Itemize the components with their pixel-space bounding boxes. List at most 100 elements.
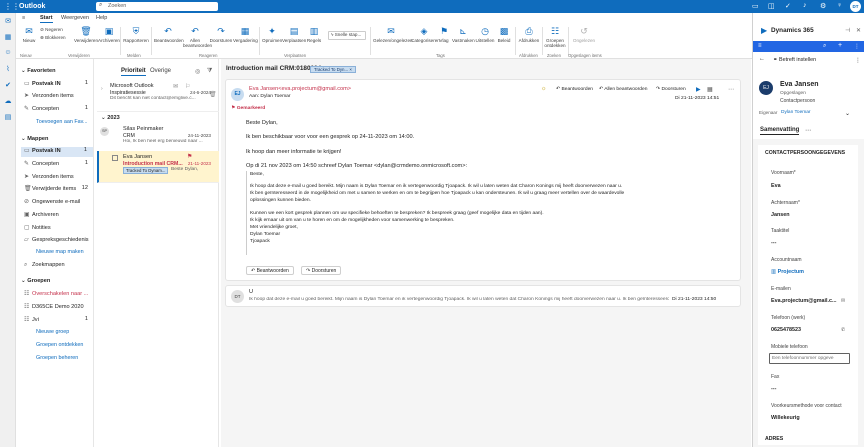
dynamics-icon[interactable]: ▶ xyxy=(696,86,701,93)
mobile-phone-input[interactable]: Een telefoonnummer opgeve xyxy=(769,353,850,364)
group-d365[interactable]: ☷ D365CE Demo 2020 xyxy=(24,303,94,313)
move-button[interactable]: ▤ Verplaatsen xyxy=(282,26,306,43)
quick-steps-button[interactable]: ϟ Snelle stap... xyxy=(328,31,366,40)
app-launcher-icon[interactable]: ⋮⋮ xyxy=(4,2,20,11)
manage-groups-link[interactable]: Groepen beheren xyxy=(36,355,78,361)
folder-archive[interactable]: ▣ Archiveren xyxy=(24,211,94,221)
tab-focused[interactable]: Prioriteit xyxy=(121,68,146,76)
more-vertical-icon[interactable]: ⋮ xyxy=(855,57,861,64)
lightbulb-icon[interactable]: ☼ xyxy=(541,86,547,92)
owner-link[interactable]: Dylan Toemar xyxy=(781,110,811,115)
more-tabs-icon[interactable]: ⋯ xyxy=(805,127,811,134)
search-input[interactable]: ⌕ Zoeken xyxy=(96,2,218,11)
pin-button[interactable]: ⊾ Vastmaken xyxy=(452,26,475,43)
fav-sent[interactable]: ➤ Verzonden items xyxy=(24,92,94,102)
reply-button[interactable]: ↶ Beantwoorden xyxy=(154,26,184,43)
pin-icon[interactable]: ⊣ xyxy=(845,27,850,34)
forward-link[interactable]: ↷ Doorsturen xyxy=(656,86,686,92)
favorites-header[interactable]: ⌄ Favorieten xyxy=(21,68,56,74)
tab-help[interactable]: Help xyxy=(96,15,107,21)
settings-icon[interactable]: ⚙ xyxy=(820,2,826,10)
chevron-right-icon[interactable]: › xyxy=(101,86,103,92)
policy-button[interactable]: ▩ Beleid xyxy=(496,26,512,43)
todo-rail-icon[interactable]: ✔ xyxy=(3,81,13,91)
meet-icon[interactable]: ▭ xyxy=(752,2,759,10)
field-value[interactable]: --- xyxy=(771,240,776,246)
select-icon[interactable]: ◎ xyxy=(195,68,200,75)
back-icon[interactable]: ← xyxy=(759,56,765,62)
flag-button[interactable]: ⚑ Vlag xyxy=(438,26,450,43)
folder-history[interactable]: ▱ Gespreksgeschiedenis xyxy=(24,236,94,246)
field-value[interactable]: 0625478523 xyxy=(771,327,801,333)
groups-header[interactable]: ⌄ Groepen xyxy=(21,278,50,284)
categorize-button[interactable]: ◈ Categoriseren xyxy=(411,26,440,43)
folder-sent[interactable]: ➤ Verzonden items xyxy=(24,173,94,183)
folder-drafts[interactable]: ✎ Concepten 1 xyxy=(24,160,94,170)
notifications-icon[interactable]: ♪ xyxy=(803,2,807,9)
list-item-selected[interactable]: Eva Jansen Introduction mail CRM... Trac… xyxy=(97,151,219,183)
phone-icon[interactable]: ✆ xyxy=(841,327,845,333)
reply-button[interactable]: ↶ Beantwoorden xyxy=(246,266,294,275)
more-vertical-icon[interactable]: ⋮ xyxy=(854,43,860,50)
fav-drafts[interactable]: ✎ Concepten 1 xyxy=(24,105,94,115)
snooze-button[interactable]: ◷ Uitstellen xyxy=(474,26,496,43)
people-icon[interactable]: ☺ xyxy=(3,49,13,59)
new-button[interactable]: ✉ Nieuw xyxy=(22,26,36,43)
add-favorite-link[interactable]: Toevoegen aan Fav... xyxy=(36,119,87,125)
delete-button[interactable]: 🗑 Verwijderen xyxy=(74,26,98,43)
tab-start[interactable]: Start xyxy=(40,15,53,23)
trash-icon[interactable]: 🗑 xyxy=(209,91,217,98)
sender-name[interactable]: Eva Jansen<eva.projectum@gmail.com> xyxy=(249,86,351,92)
menu-icon[interactable]: ≡ xyxy=(758,43,762,49)
todo-icon[interactable]: ✓ xyxy=(785,2,791,10)
folders-header[interactable]: ⌄ Mappen xyxy=(21,136,48,142)
list-item[interactable]: › Microsoft Outlook Inspiratiesessie Dit… xyxy=(97,80,219,112)
hamburger-icon[interactable]: ≡ xyxy=(22,15,25,21)
tab-other[interactable]: Overige xyxy=(150,68,171,74)
apps-icon[interactable]: ▤ xyxy=(3,113,13,123)
calendar-icon[interactable]: ▦ xyxy=(3,33,13,43)
tab-summary[interactable]: Samenvatting xyxy=(760,127,800,135)
mail-icon[interactable]: ✉ xyxy=(841,298,845,304)
more-icon[interactable]: ⋯ xyxy=(728,86,734,93)
mail-icon[interactable]: ✉ xyxy=(3,17,13,27)
reply-all-link[interactable]: ↶ Allen beantwoorden xyxy=(599,86,647,92)
field-value[interactable]: Eva xyxy=(771,183,781,189)
folder-search[interactable]: ⌕ Zoekmappen xyxy=(24,262,94,272)
folder-deleted[interactable]: 🗑Verwijderde items 12 xyxy=(24,185,94,195)
calendar-icon[interactable]: ▦ xyxy=(707,86,713,93)
chevron-down-icon[interactable]: ⌄ xyxy=(845,110,850,117)
reply-link[interactable]: ↶ Beantwoorden xyxy=(556,86,593,92)
report-button[interactable]: ⛨ Rapporteren xyxy=(123,26,149,43)
onedrive-icon[interactable]: ☁ xyxy=(3,97,13,107)
reply-all-button[interactable]: ↶ Allen beantwoorden xyxy=(183,26,212,48)
sweep-button[interactable]: ✦ Opruimen xyxy=(262,26,282,43)
group-jvi[interactable]: ☷ Jvi 1 xyxy=(24,316,94,326)
fav-inbox[interactable]: ▭ Postvak IN 1 xyxy=(24,80,94,90)
ignore-button[interactable]: ⊘ Negeren xyxy=(40,27,70,32)
folder-inbox[interactable]: ▭ Postvak IN 1 xyxy=(21,147,93,157)
meeting-button[interactable]: ▦ Vergadering xyxy=(233,26,258,43)
field-value[interactable]: --- xyxy=(771,386,776,392)
field-value[interactable]: Willekeurig xyxy=(771,415,800,421)
block-button[interactable]: ⊗ Blokkeren xyxy=(40,35,70,40)
avatar[interactable]: DT xyxy=(850,1,861,12)
teams-icon[interactable]: ◫ xyxy=(768,2,775,10)
flag-icon[interactable]: ⚑ xyxy=(187,153,192,160)
tips-icon[interactable]: ♀ xyxy=(837,2,842,9)
archive-button[interactable]: ▣ Archiveren xyxy=(98,26,120,43)
search-icon[interactable]: ⌕ xyxy=(823,43,826,50)
account-link[interactable]: ▥ Projectum xyxy=(771,269,804,275)
tab-view[interactable]: Weergeven xyxy=(61,15,89,21)
folder-notes[interactable]: ▢ Notities xyxy=(24,224,94,234)
attach-icon[interactable]: ⌇ xyxy=(3,65,13,75)
checkbox[interactable] xyxy=(112,155,118,161)
group-switch[interactable]: ☷ Overschakelen naar ... xyxy=(24,290,94,300)
field-value[interactable]: Jansen xyxy=(771,212,790,218)
folder-junk[interactable]: ⊘ Ongewenste e-mail xyxy=(24,198,94,208)
close-icon[interactable]: ✕ xyxy=(856,27,861,34)
rules-button[interactable]: ▥ Regels xyxy=(306,26,322,43)
forward-button[interactable]: ↷ Doorsturen xyxy=(209,26,233,43)
add-icon[interactable]: + xyxy=(838,42,842,49)
discover-groups-link[interactable]: Groepen ontdekken xyxy=(36,342,83,348)
